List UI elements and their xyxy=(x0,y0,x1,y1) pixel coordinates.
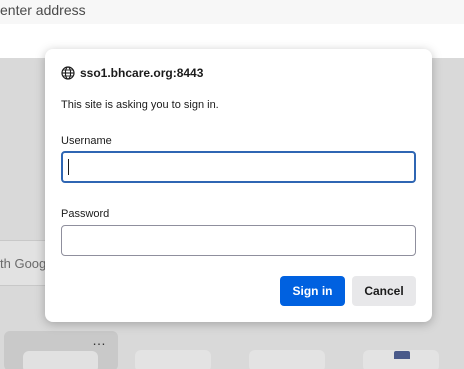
password-label: Password xyxy=(61,208,110,220)
username-label: Username xyxy=(61,135,112,147)
top-site-tile[interactable] xyxy=(135,350,211,369)
dialog-message: This site is asking you to sign in. xyxy=(61,99,219,111)
browser-window: enter address th Goog … sso1.bhcare.org:… xyxy=(0,0,464,369)
dialog-origin: sso1.bhcare.org:8443 xyxy=(61,65,203,81)
globe-icon xyxy=(61,66,75,80)
text-cursor xyxy=(68,159,69,175)
username-field[interactable] xyxy=(61,151,416,183)
cancel-button[interactable]: Cancel xyxy=(352,276,416,306)
more-dots-icon[interactable]: … xyxy=(92,333,107,347)
top-site-tile[interactable] xyxy=(249,350,325,369)
top-site-favicon xyxy=(394,351,410,359)
sign-in-dialog: sso1.bhcare.org:8443 This site is asking… xyxy=(45,49,432,322)
address-bar[interactable]: enter address xyxy=(0,0,464,24)
password-field[interactable] xyxy=(61,225,416,256)
address-placeholder[interactable]: enter address xyxy=(0,1,86,19)
sign-in-button[interactable]: Sign in xyxy=(280,276,345,306)
origin-host: sso1.bhcare.org:8443 xyxy=(80,66,204,80)
top-site-thumbnail[interactable] xyxy=(23,351,98,369)
